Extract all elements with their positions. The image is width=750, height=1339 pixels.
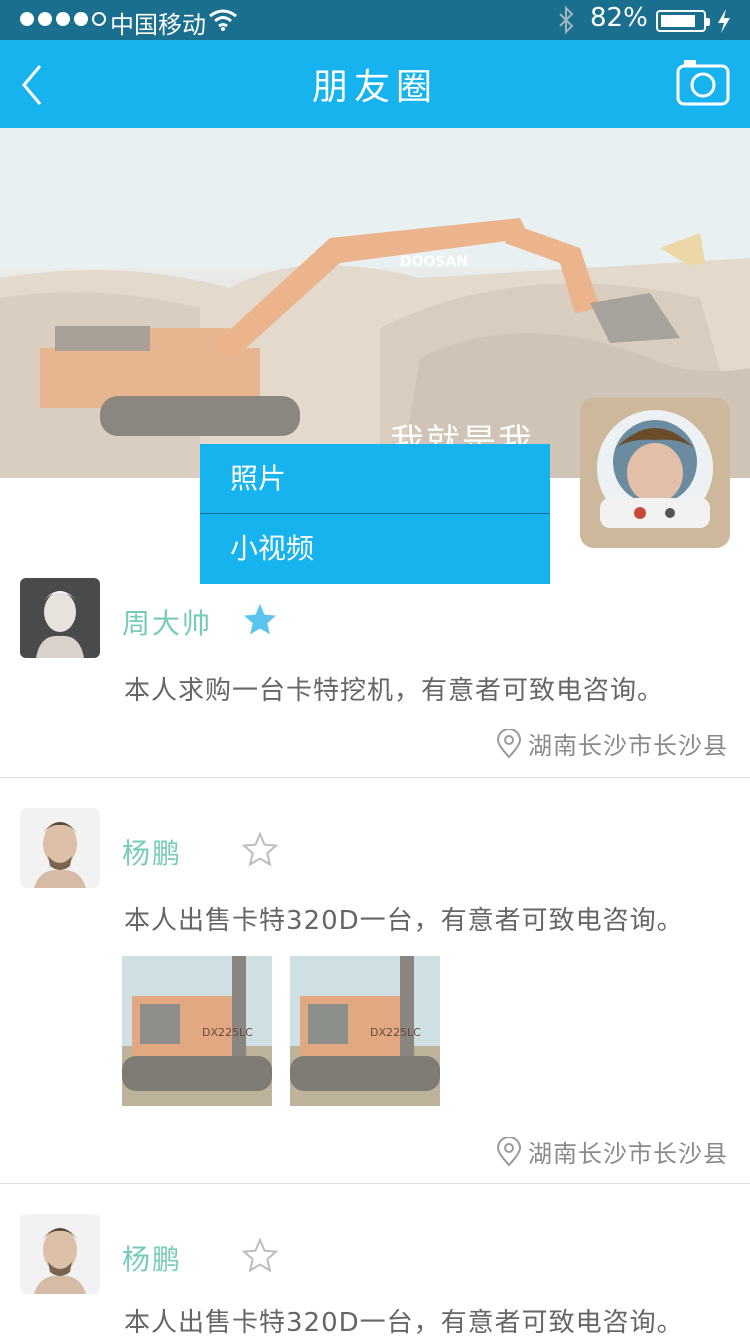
- feed-post: 周大帅 本人求购一台卡特挖机，有意者可致电咨询。 湖南长沙市长沙县: [0, 578, 750, 778]
- excavator-photo: DX225LC: [290, 956, 440, 1106]
- post-divider: [0, 1183, 750, 1184]
- user-avatar-image: [20, 808, 100, 888]
- status-bar: 中国移动 82%: [0, 0, 750, 40]
- post-location: 湖南长沙市长沙县: [496, 726, 728, 761]
- location-pin-icon: [496, 728, 522, 758]
- charging-icon: [718, 9, 730, 33]
- star-icon[interactable]: [242, 1238, 278, 1274]
- location-text: 湖南长沙市长沙县: [528, 732, 728, 760]
- post-image[interactable]: DX225LC: [122, 956, 272, 1106]
- wifi-icon: [209, 9, 237, 31]
- media-picker-menu: 照片 小视频: [200, 444, 550, 584]
- post-location: 湖南长沙市长沙县: [496, 1134, 728, 1169]
- star-icon[interactable]: [242, 602, 278, 638]
- svg-text:DX225LC: DX225LC: [370, 1026, 421, 1039]
- location-pin-icon: [496, 1136, 522, 1166]
- post-author-name[interactable]: 杨鹏: [122, 832, 182, 872]
- astronaut-avatar-image: [580, 398, 730, 548]
- svg-text:DOOSAN: DOOSAN: [400, 254, 468, 270]
- post-content: 本人出售卡特320D一台，有意者可致电咨询。: [124, 906, 684, 936]
- signal-strength-icon: [20, 12, 106, 26]
- my-avatar[interactable]: [580, 398, 730, 548]
- carrier-label: 中国移动: [110, 11, 206, 39]
- avatar[interactable]: [20, 578, 100, 658]
- user-avatar-image: [20, 578, 100, 658]
- svg-text:DX225LC: DX225LC: [202, 1026, 253, 1039]
- avatar[interactable]: [20, 808, 100, 888]
- menu-item-photo[interactable]: 照片: [200, 444, 550, 513]
- location-text: 湖南长沙市长沙县: [528, 1140, 728, 1168]
- nav-bar: 朋友圈: [0, 40, 750, 128]
- page-title: 朋友圈: [311, 67, 438, 108]
- bluetooth-icon: [559, 6, 574, 34]
- avatar[interactable]: [20, 1214, 100, 1294]
- camera-icon[interactable]: [676, 58, 730, 106]
- feed-post: 杨鹏 本人出售卡特320D一台，有意者可致电咨询。: [0, 1214, 750, 1338]
- battery-icon: [656, 10, 710, 32]
- post-author-name[interactable]: 杨鹏: [122, 1238, 182, 1278]
- feed-post: 杨鹏 本人出售卡特320D一台，有意者可致电咨询。 DX225LC DX225L…: [0, 808, 750, 1184]
- battery-percent: 82%: [590, 3, 648, 33]
- excavator-photo: DX225LC: [122, 956, 272, 1106]
- post-image[interactable]: DX225LC: [290, 956, 440, 1106]
- post-content: 本人求购一台卡特挖机，有意者可致电咨询。: [124, 676, 665, 706]
- post-divider: [0, 777, 750, 778]
- user-avatar-image: [20, 1214, 100, 1294]
- post-content: 本人出售卡特320D一台，有意者可致电咨询。: [124, 1308, 684, 1338]
- menu-item-short-video[interactable]: 小视频: [200, 514, 550, 583]
- star-icon[interactable]: [242, 832, 278, 868]
- post-author-name[interactable]: 周大帅: [122, 602, 212, 642]
